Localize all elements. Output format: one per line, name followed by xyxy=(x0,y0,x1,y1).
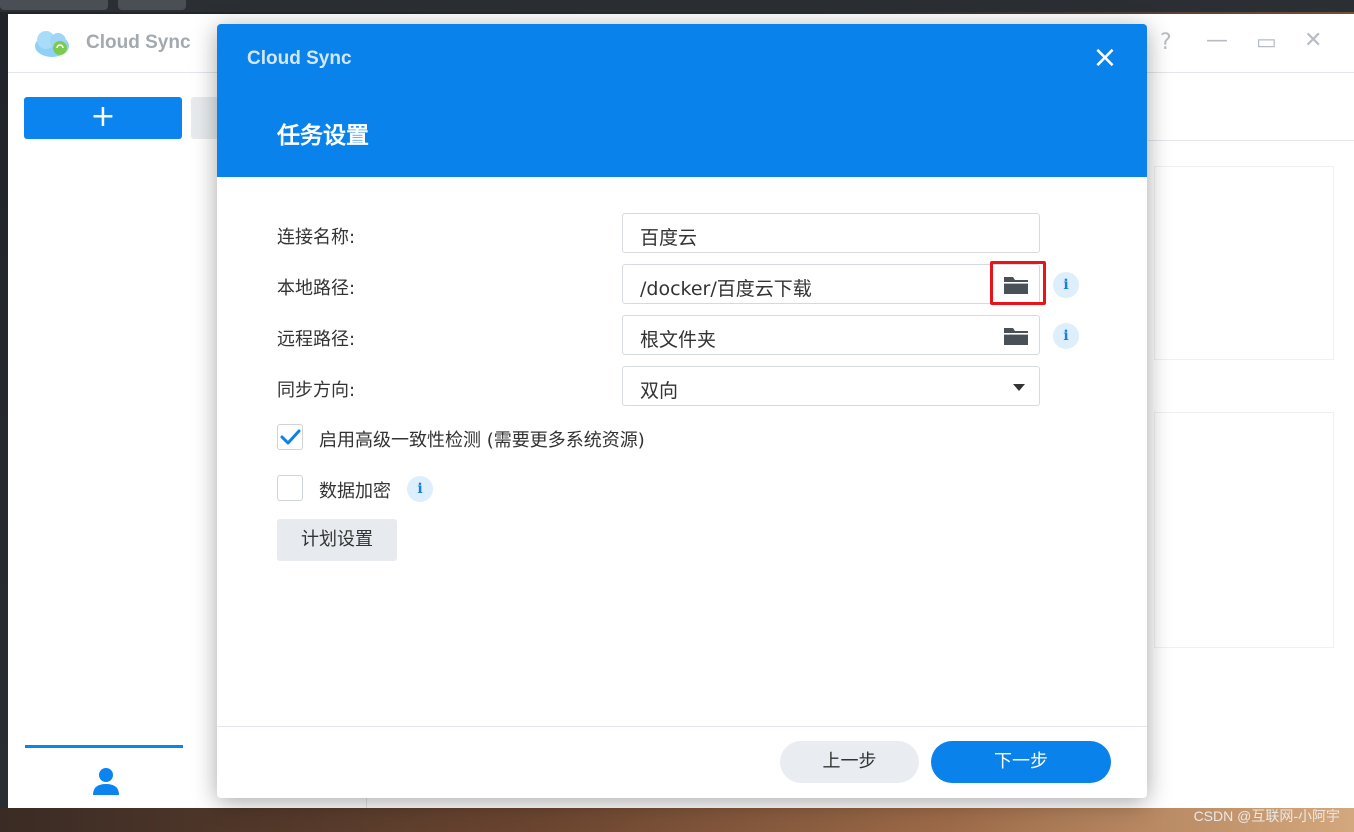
local-path-row: 本地路径: /docker/百度云下载 i xyxy=(217,261,1147,306)
sync-direction-label: 同步方向: xyxy=(277,380,356,401)
dialog-header: Cloud Sync × 任务设置 xyxy=(217,24,1147,177)
schedule-settings-button[interactable]: 计划设置 xyxy=(277,519,397,561)
sync-direction-select[interactable]: 双向 xyxy=(622,366,1040,406)
desktop-tab[interactable] xyxy=(0,0,108,10)
desktop-tab[interactable] xyxy=(118,0,186,10)
help-icon[interactable]: ? xyxy=(1160,30,1172,55)
sync-direction-value: 双向 xyxy=(640,380,679,402)
data-encryption-checkbox[interactable] xyxy=(277,475,303,501)
connection-name-input[interactable]: 百度云 xyxy=(622,213,1040,253)
local-path-info-icon[interactable]: i xyxy=(1053,272,1079,298)
content-divider xyxy=(1148,140,1354,141)
content-card xyxy=(1154,412,1334,648)
local-path-value: /docker/百度云下载 xyxy=(640,278,812,300)
remote-path-info-icon[interactable]: i xyxy=(1053,323,1079,349)
remote-path-value: 根文件夹 xyxy=(640,329,717,351)
sidebar-user-tab[interactable] xyxy=(25,745,183,808)
content-card xyxy=(1154,166,1334,360)
dialog-title: 任务设置 xyxy=(277,123,369,149)
minimize-icon[interactable]: — xyxy=(1206,28,1228,53)
remote-path-input[interactable]: 根文件夹 xyxy=(622,315,1040,355)
remote-path-row: 远程路径: 根文件夹 i xyxy=(217,315,1147,357)
local-path-label: 本地路径: xyxy=(277,278,356,299)
maximize-icon[interactable]: ▭ xyxy=(1256,30,1277,55)
local-path-input[interactable]: /docker/百度云下载 xyxy=(622,264,1040,304)
connection-name-row: 连接名称: 百度云 xyxy=(217,213,1147,255)
sync-direction-row: 同步方向: 双向 xyxy=(217,366,1147,408)
checkmark-icon xyxy=(280,429,301,445)
desktop-wallpaper-strip xyxy=(0,808,1354,832)
dialog-footer-divider xyxy=(217,726,1147,727)
cloud-sync-logo-icon xyxy=(35,31,69,57)
close-window-icon[interactable]: ✕ xyxy=(1304,28,1322,53)
chevron-down-icon xyxy=(1013,384,1025,391)
advanced-consistency-label[interactable]: 启用高级一致性检测 (需要更多系统资源) xyxy=(319,426,645,452)
user-icon xyxy=(93,768,119,795)
desktop-top-bar xyxy=(0,0,1354,12)
highlight-box xyxy=(990,261,1046,305)
remote-folder-browse-icon[interactable] xyxy=(1003,325,1029,347)
app-title: Cloud Sync xyxy=(86,32,191,53)
encryption-info-icon[interactable]: i xyxy=(407,476,433,502)
watermark: CSDN @互联网-小阿宇 xyxy=(1193,808,1340,824)
task-settings-dialog: Cloud Sync × 任务设置 连接名称: 百度云 本地路径: /docke… xyxy=(217,24,1147,798)
next-step-button[interactable]: 下一步 xyxy=(931,741,1111,783)
advanced-consistency-checkbox[interactable] xyxy=(277,424,303,450)
connection-name-label: 连接名称: xyxy=(277,227,356,248)
data-encryption-label[interactable]: 数据加密 xyxy=(319,477,391,503)
dialog-app-title: Cloud Sync xyxy=(247,48,352,69)
add-task-button[interactable]: + xyxy=(24,97,182,139)
connection-name-value: 百度云 xyxy=(640,227,698,249)
dialog-close-icon[interactable]: × xyxy=(1087,40,1123,76)
previous-step-button[interactable]: 上一步 xyxy=(780,741,919,783)
remote-path-label: 远程路径: xyxy=(277,329,356,350)
